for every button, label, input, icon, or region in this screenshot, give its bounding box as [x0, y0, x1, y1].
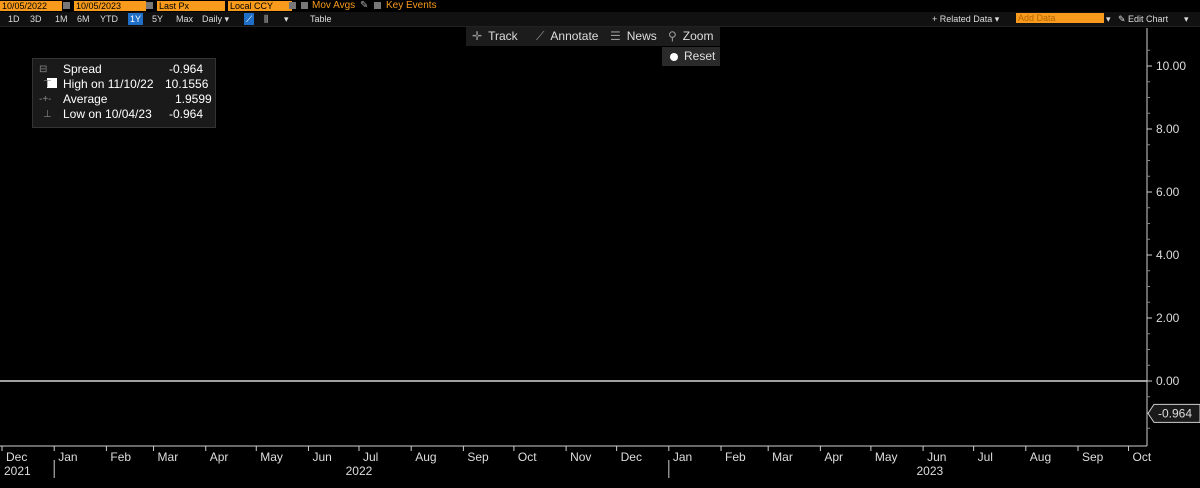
- x-tick-label: Jan: [58, 450, 77, 464]
- legend-high-label: High on 11/10/22: [63, 77, 154, 91]
- legend: ⊟ Spread -0.964 ⊤ High on 11/10/22 10.15…: [32, 58, 216, 128]
- legend-average-value: 1.9599: [175, 92, 212, 106]
- legend-average-label: Average: [63, 92, 108, 106]
- x-tick-label: Oct: [1133, 450, 1152, 464]
- legend-series: ⊟ Spread -0.964: [39, 62, 211, 88]
- y-tick-label: 6.00: [1156, 185, 1180, 199]
- x-tick-label: Jun: [312, 450, 331, 464]
- legend-series-name: Spread: [63, 62, 102, 76]
- x-tick-label: Aug: [415, 450, 436, 464]
- search-icon: ⚲: [668, 29, 677, 43]
- x-tick-label: Nov: [570, 450, 591, 464]
- zoom-tool[interactable]: ⚲ Zoom: [668, 27, 713, 46]
- x-tick-label: Sep: [1082, 450, 1104, 464]
- news-tool[interactable]: ☰ News: [610, 27, 657, 46]
- annotate-tool[interactable]: ⟋ Annotate: [536, 27, 598, 46]
- x-tick-label: Jan: [673, 450, 692, 464]
- y-tick-label: 10.00: [1156, 59, 1186, 73]
- legend-low-label: Low on 10/04/23: [63, 107, 152, 121]
- x-tick-label: Feb: [725, 450, 746, 464]
- x-tick-label: Feb: [110, 450, 131, 464]
- legend-low-value: -0.964: [169, 107, 204, 121]
- x-year-label: 2021: [4, 464, 31, 478]
- x-tick-label: Aug: [1030, 450, 1051, 464]
- y-tick-label: 4.00: [1156, 248, 1180, 262]
- legend-low: ⊥ Low on 10/04/23 -0.964: [39, 107, 211, 122]
- x-tick-label: Dec: [621, 450, 642, 464]
- x-tick-label: Jun: [927, 450, 946, 464]
- x-tick-label: May: [260, 450, 283, 464]
- y-tick-label: 0.00: [1156, 374, 1180, 388]
- x-tick-label: Jul: [363, 450, 378, 464]
- x-tick-label: Mar: [158, 450, 179, 464]
- chart-tools: ✛ Track ⟋ Annotate ☰ News ⚲ Zoom: [466, 27, 720, 46]
- reset-button[interactable]: Reset: [662, 47, 720, 66]
- x-tick-label: Dec: [6, 450, 27, 464]
- x-tick-label: Apr: [210, 450, 229, 464]
- y-tick-label: 2.00: [1156, 311, 1180, 325]
- x-tick-label: Apr: [824, 450, 843, 464]
- reset-icon: [670, 53, 678, 61]
- x-tick-label: Jul: [978, 450, 993, 464]
- low-marker-icon: ⊥: [43, 109, 52, 120]
- x-year-label: 2022: [346, 464, 373, 478]
- legend-high: ⊤ High on 11/10/22 10.1556: [39, 77, 211, 92]
- x-tick-label: Mar: [772, 450, 793, 464]
- high-marker-icon: ⊤: [43, 79, 52, 90]
- legend-high-value: 10.1556: [165, 77, 209, 91]
- legend-average: -+- Average 1.9599: [39, 92, 212, 107]
- last-value-label: -0.964: [1158, 406, 1192, 420]
- crosshair-icon: ✛: [472, 29, 483, 43]
- x-tick-label: Oct: [518, 450, 537, 464]
- x-tick-label: May: [875, 450, 898, 464]
- track-tool[interactable]: ✛ Track: [472, 27, 518, 46]
- y-tick-label: 8.00: [1156, 122, 1180, 136]
- x-year-label: 2023: [916, 464, 943, 478]
- average-marker-icon: -+-: [39, 94, 52, 105]
- x-tick-label: Sep: [467, 450, 489, 464]
- news-icon: ☰: [610, 29, 621, 43]
- pencil-icon: ⟋: [536, 29, 545, 43]
- legend-series-value: -0.964: [169, 62, 204, 76]
